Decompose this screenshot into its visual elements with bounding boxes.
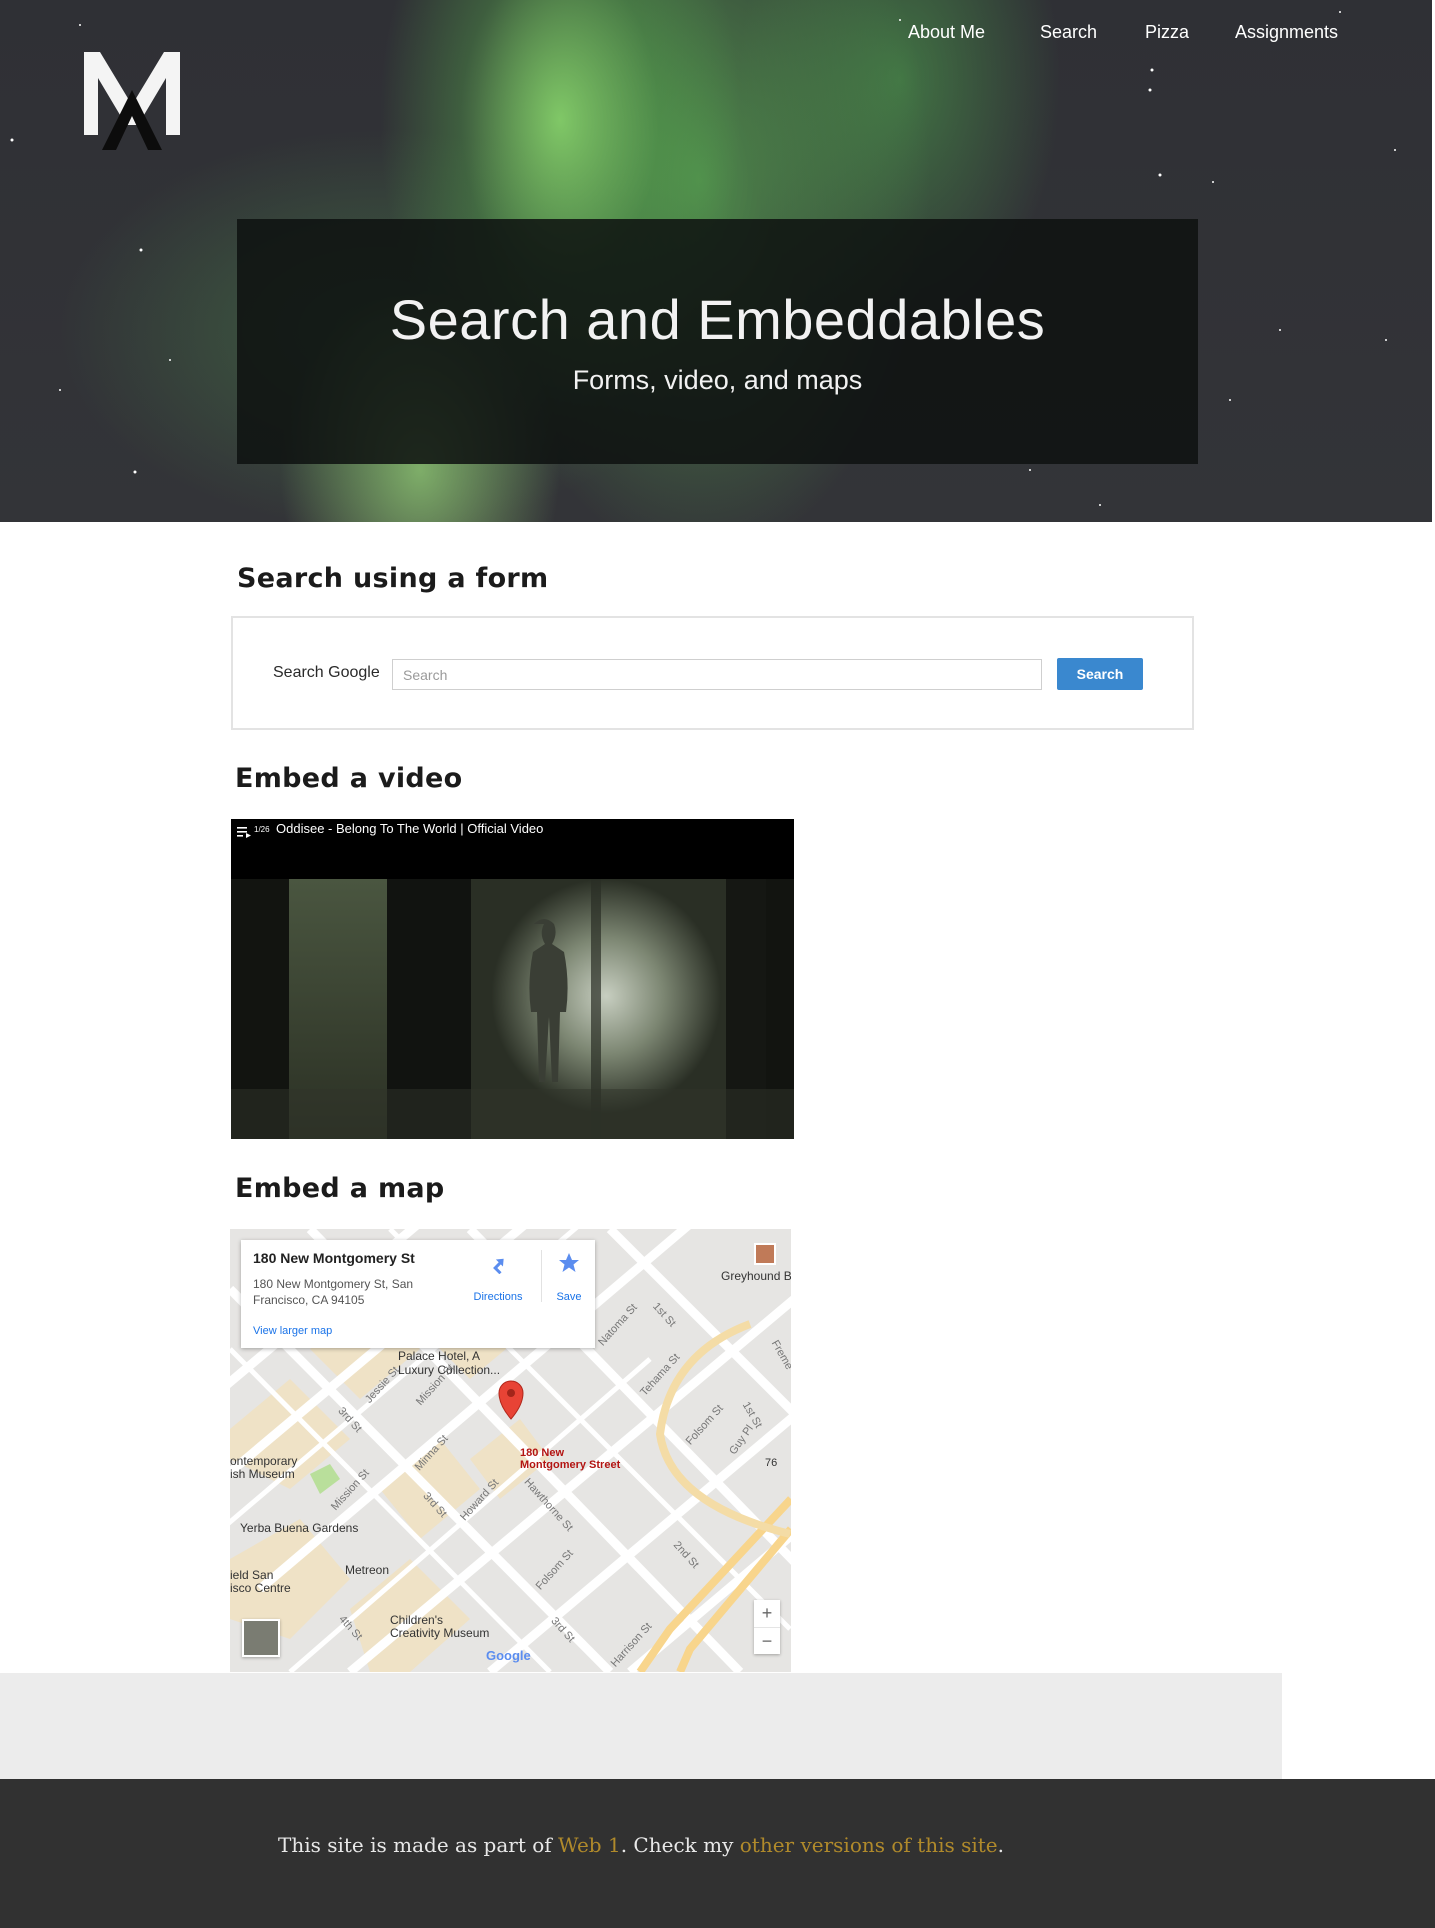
map-label-metreon: Metreon: [345, 1563, 390, 1577]
map-save-button[interactable]: Save: [546, 1250, 592, 1306]
map-label-yerba-buena: Yerba Buena Gardens: [240, 1521, 359, 1535]
map-zoom-controls: + −: [754, 1600, 780, 1654]
map-label-76: 76: [765, 1457, 778, 1469]
footer-text-after: .: [997, 1833, 1004, 1857]
directions-icon: [493, 1258, 504, 1274]
playlist-icon[interactable]: [237, 826, 251, 838]
map-embed[interactable]: 180 New Montgomery Street Greyhound B Pa…: [230, 1229, 791, 1672]
view-larger-map-link[interactable]: View larger map: [253, 1325, 332, 1337]
search-label: Search Google: [273, 664, 380, 681]
hero-banner: About Me Search Pizza Assignments Search…: [0, 0, 1432, 522]
map-marker-label: 180 New Montgomery Street: [520, 1447, 621, 1471]
video-section-heading: Embed a video: [235, 763, 463, 794]
save-label: Save: [556, 1291, 582, 1303]
footer-edge: [1282, 1779, 1435, 1928]
footer-text-before: This site is made as part of: [277, 1833, 559, 1857]
map-label-contemporary: ontemporary ish Museum: [230, 1454, 298, 1481]
search-button[interactable]: Search: [1057, 658, 1143, 690]
site-logo[interactable]: [82, 50, 182, 155]
video-title[interactable]: Oddisee - Belong To The World | Official…: [276, 821, 543, 837]
map-label-childrens-museum: Children's Creativity Museum: [390, 1613, 490, 1640]
search-form: Search Google Search: [231, 616, 1194, 730]
nav-assignments[interactable]: Assignments: [1235, 18, 1338, 46]
nav-search[interactable]: Search: [1040, 18, 1097, 46]
directions-label: Directions: [473, 1291, 523, 1303]
nav-about-me[interactable]: About Me: [908, 18, 985, 46]
footer-spacer: [0, 1673, 1282, 1779]
footer-text: This site is made as part of Web 1. Chec…: [0, 1833, 1282, 1857]
hero-panel: Search and Embeddables Forms, video, and…: [237, 219, 1198, 464]
user-avatar[interactable]: [754, 1243, 776, 1265]
map-place-address: 180 New Montgomery St, San Francisco, CA…: [253, 1277, 414, 1307]
star-icon: [559, 1253, 579, 1272]
video-thumbnail[interactable]: [231, 879, 794, 1139]
footer-text-middle: . Check my: [620, 1833, 740, 1857]
site-footer: This site is made as part of Web 1. Chec…: [0, 1779, 1282, 1928]
map-info-card: 180 New Montgomery St 180 New Montgomery…: [241, 1240, 595, 1348]
search-input[interactable]: [392, 659, 1042, 690]
google-logo: Google: [486, 1648, 531, 1663]
map-label-greyhound: Greyhound B: [721, 1269, 791, 1283]
other-versions-link[interactable]: other versions of this site: [740, 1833, 998, 1857]
map-section-heading: Embed a map: [235, 1173, 445, 1204]
zoom-out-button[interactable]: −: [754, 1627, 780, 1655]
main-nav: About Me Search Pizza Assignments: [0, 18, 1432, 48]
page-title: Search and Embeddables: [389, 288, 1046, 351]
zoom-in-button[interactable]: +: [754, 1600, 780, 1627]
map-place-title: 180 New Montgomery St: [253, 1250, 415, 1266]
video-title-bar: 1/26 Oddisee - Belong To The World | Off…: [231, 819, 794, 879]
map-label-palace: Palace Hotel, A: [398, 1349, 481, 1363]
map-directions-button[interactable]: Directions: [463, 1250, 533, 1306]
page-subtitle: Forms, video, and maps: [572, 365, 863, 395]
nav-pizza[interactable]: Pizza: [1145, 18, 1189, 46]
playlist-count: 1/26: [254, 825, 270, 834]
satellite-toggle[interactable]: [242, 1619, 280, 1657]
video-embed[interactable]: 1/26 Oddisee - Belong To The World | Off…: [231, 819, 794, 1139]
map-label-centre: ield San isco Centre: [230, 1568, 291, 1595]
search-section-heading: Search using a form: [237, 563, 549, 594]
web1-link[interactable]: Web 1: [558, 1833, 621, 1857]
map-card-divider: [541, 1250, 542, 1302]
